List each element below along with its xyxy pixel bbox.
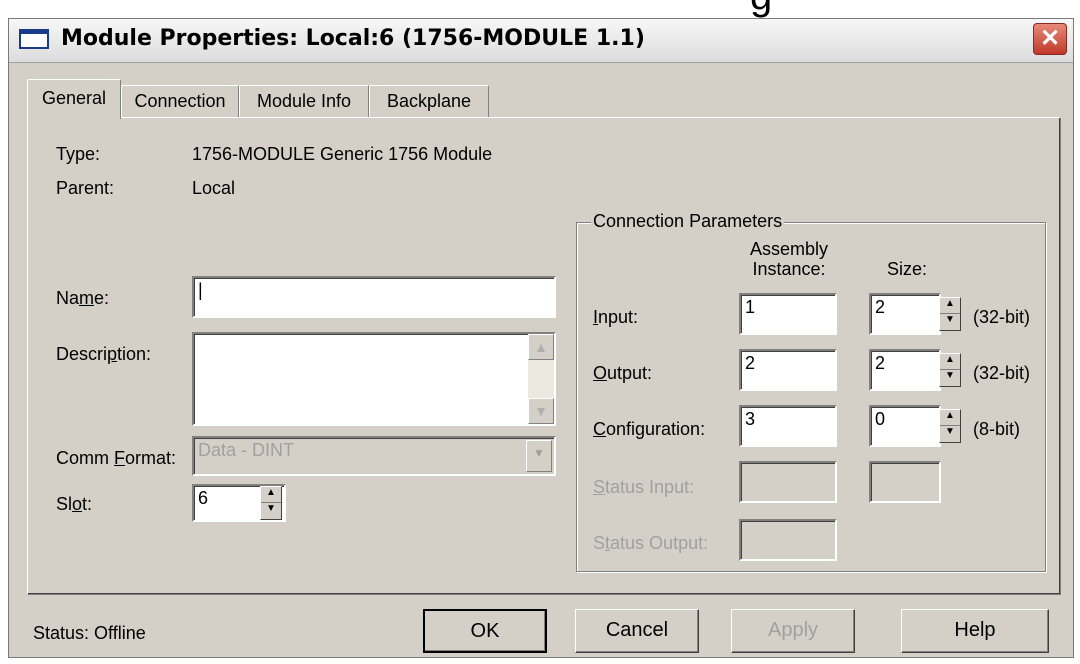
title-bar[interactable]: Module Properties: Local:6 (1756-MODULE … — [9, 19, 1073, 63]
spin-up-icon[interactable]: ▲ — [940, 298, 960, 314]
status-text: Status: Offline — [33, 623, 146, 643]
description-label: Description: — [56, 344, 152, 364]
configuration-size-value: 0 — [875, 409, 886, 429]
spin-down-icon[interactable]: ▼ — [940, 426, 960, 442]
input-instance-field[interactable]: 1 — [739, 293, 837, 335]
status-output-instance-field[interactable] — [739, 519, 837, 561]
input-instance-value: 1 — [745, 297, 756, 317]
spin-down-icon[interactable]: ▼ — [940, 370, 960, 386]
output-size-unit: (32-bit) — [973, 363, 1031, 383]
input-size-value: 2 — [875, 297, 886, 317]
tab-general[interactable]: General — [27, 79, 121, 119]
tab-backplane[interactable]: Backplane — [369, 85, 489, 117]
spin-down-icon[interactable]: ▼ — [940, 314, 960, 330]
type-value: 1756-MODULE Generic 1756 Module — [192, 144, 493, 164]
output-size-field[interactable]: 2 — [869, 349, 941, 391]
output-label: Output: — [593, 363, 653, 383]
general-tab-panel: Type: 1756-MODULE Generic 1756 Module Pa… — [27, 117, 1061, 595]
ok-button[interactable]: OK — [423, 609, 547, 653]
input-size-unit: (32-bit) — [973, 307, 1031, 327]
name-label: Name: — [56, 288, 110, 308]
spin-down-icon[interactable]: ▼ — [261, 503, 281, 519]
comm-format-value: Data - DINT — [198, 440, 295, 460]
tab-module-info[interactable]: Module Info — [239, 85, 369, 117]
tab-connection[interactable]: Connection — [121, 85, 239, 117]
configuration-size-unit: (8-bit) — [973, 419, 1021, 439]
scroll-down-arrow-icon[interactable]: ▼ — [528, 398, 554, 424]
configuration-instance-field[interactable]: 3 — [739, 405, 837, 447]
window-title: Module Properties: Local:6 (1756-MODULE … — [61, 26, 645, 51]
spin-up-icon[interactable]: ▲ — [261, 487, 281, 503]
parent-label: Parent: — [56, 178, 115, 198]
spin-up-icon[interactable]: ▲ — [940, 354, 960, 370]
type-label: Type: — [56, 144, 101, 164]
status-input-instance-field[interactable] — [739, 461, 837, 503]
help-button[interactable]: Help — [901, 609, 1049, 653]
output-instance-value: 2 — [745, 353, 756, 373]
output-size-spin[interactable]: ▲ ▼ — [939, 353, 961, 387]
text-cursor: | — [198, 280, 203, 300]
chevron-down-icon[interactable]: ▼ — [526, 440, 552, 472]
configuration-size-field[interactable]: 0 — [869, 405, 941, 447]
input-size-spin[interactable]: ▲ ▼ — [939, 297, 961, 331]
input-label: Input: — [593, 307, 639, 327]
comm-format-label: Comm Format: — [56, 448, 177, 468]
connection-parameters-group: Connection Parameters Assembly Instance: … — [576, 211, 1046, 572]
name-input[interactable]: | — [192, 276, 556, 318]
slot-label: Slot: — [56, 494, 93, 514]
status-output-label: Status Output: — [593, 533, 709, 553]
status-input-size-field[interactable] — [869, 461, 941, 503]
window-icon — [19, 29, 49, 49]
configuration-size-spin[interactable]: ▲ ▼ — [939, 409, 961, 443]
spin-up-icon[interactable]: ▲ — [940, 410, 960, 426]
apply-button[interactable]: Apply — [731, 609, 855, 653]
configuration-label: Configuration: — [593, 419, 706, 439]
module-properties-dialog: Module Properties: Local:6 (1756-MODULE … — [8, 18, 1074, 658]
parent-value: Local — [192, 178, 236, 198]
connection-parameters-title: Connection Parameters — [591, 211, 785, 232]
configuration-instance-value: 3 — [745, 409, 756, 429]
status-input-label: Status Input: — [593, 477, 695, 497]
assembly-instance-header: Assembly Instance: — [749, 239, 829, 279]
size-header: Size: — [887, 259, 928, 279]
description-scrollbar[interactable]: ▲ ▼ — [528, 334, 554, 424]
output-size-value: 2 — [875, 353, 886, 373]
cancel-button[interactable]: Cancel — [575, 609, 699, 653]
description-textarea[interactable]: ▲ ▼ — [192, 332, 556, 426]
output-instance-field[interactable]: 2 — [739, 349, 837, 391]
slot-value: 6 — [198, 488, 209, 508]
input-size-field[interactable]: 2 — [869, 293, 941, 335]
cropped-background-text: g — [750, 0, 772, 16]
close-button[interactable]: ✕ — [1033, 23, 1067, 55]
comm-format-select[interactable]: Data - DINT ▼ — [192, 436, 556, 476]
slot-spin-buttons[interactable]: ▲ ▼ — [260, 486, 282, 520]
scroll-up-arrow-icon[interactable]: ▲ — [528, 334, 554, 360]
